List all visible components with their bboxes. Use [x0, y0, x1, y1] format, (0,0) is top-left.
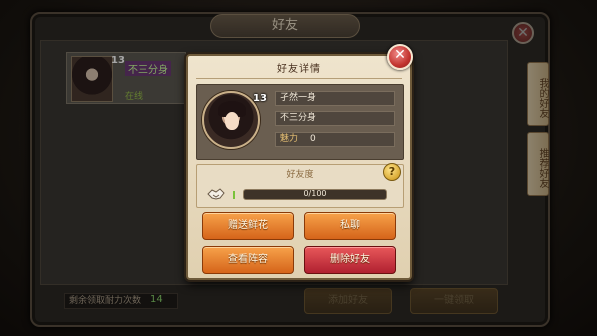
handshake-icon: [207, 188, 225, 200]
delete-friend-button[interactable]: 删除好友: [304, 246, 396, 274]
charm-value: 0: [310, 134, 316, 144]
help-icon[interactable]: ?: [383, 163, 401, 181]
friend-charm-field: 魅力 0: [275, 132, 395, 147]
friend-detail-dialog: 好友详情 13 孑然一身 不三分身 魅力 0 好友度 ? 0/100 赠送鲜花 私…: [186, 54, 412, 280]
favorability-value: 0/100: [303, 189, 327, 198]
favorability-marker: [233, 191, 235, 199]
friend-name-field: 孑然一身: [275, 91, 395, 106]
friend-info-box: 13 孑然一身 不三分身 魅力 0: [196, 84, 404, 160]
private-chat-button[interactable]: 私聊: [304, 212, 396, 240]
friend-level-badge: 13: [253, 93, 267, 104]
view-lineup-button[interactable]: 查看阵容: [202, 246, 294, 274]
friend-nickname-field: 不三分身: [275, 111, 395, 126]
charm-label: 魅力: [280, 134, 299, 144]
send-flowers-button[interactable]: 赠送鲜花: [202, 212, 294, 240]
friend-portrait: [202, 91, 260, 149]
title-divider: [196, 78, 402, 79]
close-icon[interactable]: ✕: [387, 44, 413, 70]
portrait-face: [225, 112, 239, 130]
favorability-box: 好友度 ? 0/100: [196, 163, 404, 208]
favorability-bar: 0/100: [243, 189, 387, 200]
close-x-glyph: ✕: [394, 47, 406, 63]
favorability-title: 好友度: [286, 170, 314, 180]
dialog-title: 好友详情: [277, 64, 321, 75]
